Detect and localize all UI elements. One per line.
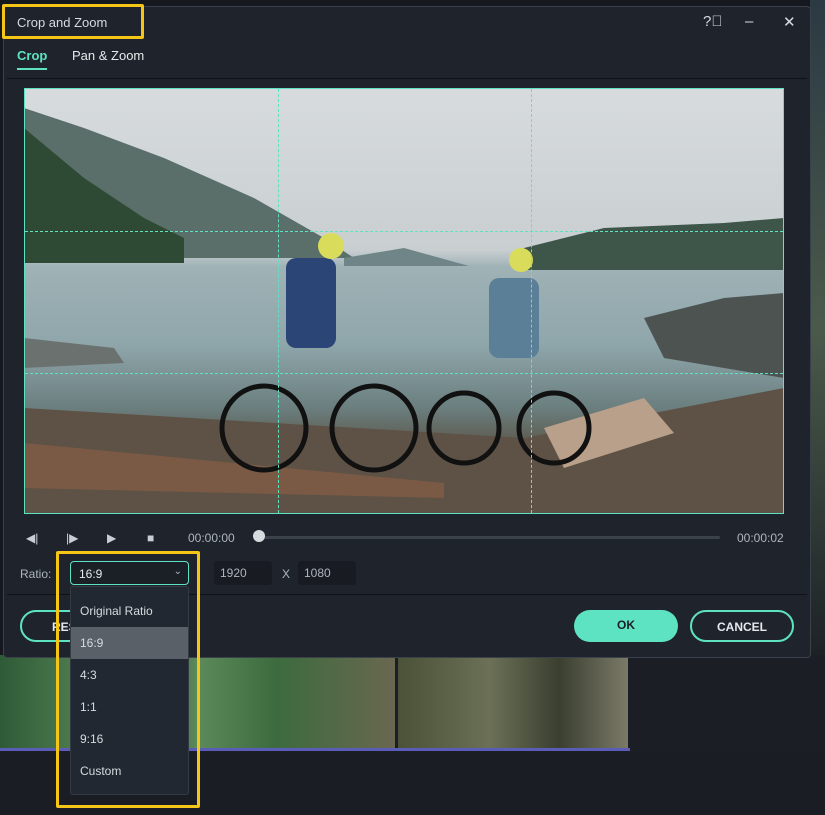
end-time: 00:00:02	[737, 531, 784, 545]
minimize-icon[interactable]: –	[745, 13, 753, 30]
tab-pan-zoom[interactable]: Pan & Zoom	[72, 48, 144, 63]
help-circle-icon[interactable]: ?⃝	[703, 13, 723, 30]
height-input[interactable]: 1080	[298, 561, 356, 585]
crop-frame[interactable]	[24, 88, 784, 514]
close-icon[interactable]: ✕	[783, 13, 796, 31]
title-highlight	[2, 4, 144, 39]
grid-line	[25, 373, 783, 374]
playback-slider-handle[interactable]	[253, 530, 265, 542]
grid-line	[531, 89, 532, 513]
ok-button[interactable]: OK	[574, 610, 678, 642]
ratio-label: Ratio:	[20, 567, 52, 581]
current-time: 00:00:00	[188, 531, 235, 545]
dimension-separator: X	[282, 567, 291, 581]
play-icon[interactable]: ▶	[107, 531, 116, 545]
grid-line	[278, 89, 279, 513]
next-frame-icon[interactable]: |▶	[66, 531, 78, 545]
prev-frame-icon[interactable]: ◀|	[26, 531, 38, 545]
divider	[7, 78, 807, 79]
playback-slider[interactable]	[258, 536, 720, 539]
tab-crop[interactable]: Crop	[17, 48, 48, 70]
stop-icon[interactable]: ■	[147, 531, 154, 545]
background-preview	[810, 0, 825, 660]
grid-line	[25, 231, 783, 232]
ratio-highlight	[56, 551, 200, 808]
cancel-button[interactable]: CANCEL	[690, 610, 794, 642]
width-input[interactable]: 1920	[214, 561, 272, 585]
timeline-clip[interactable]	[398, 655, 628, 750]
